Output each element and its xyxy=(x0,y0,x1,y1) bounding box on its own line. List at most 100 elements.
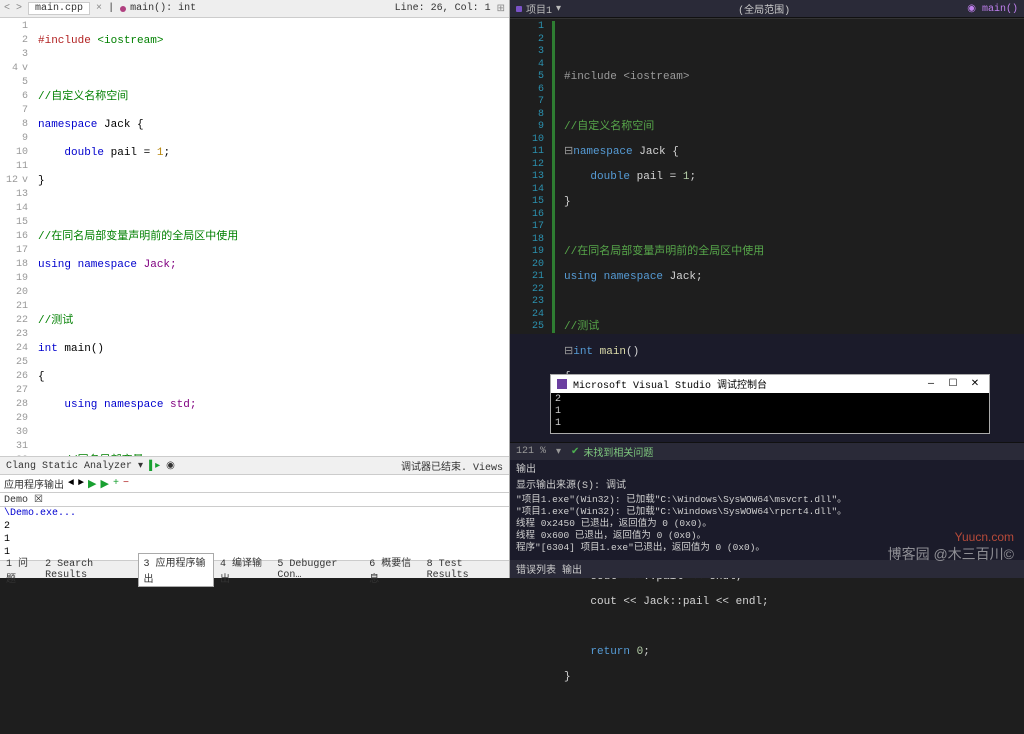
line-number: 11 xyxy=(510,146,544,159)
output-source-dropdown[interactable]: 调试 xyxy=(606,476,626,492)
code-editor[interactable]: 1234v56789101112v13141516171819202122232… xyxy=(0,18,509,456)
maximize-button[interactable]: ☐ xyxy=(945,378,961,390)
project-icon xyxy=(516,6,522,12)
line-number: 18 xyxy=(510,234,544,247)
line-number: 2 xyxy=(510,34,544,47)
change-indicator xyxy=(552,21,555,333)
line-number: 23 xyxy=(510,296,544,309)
line-number: 17 xyxy=(0,244,28,258)
issues-bar: 121 % ▾ ✔ 未找到相关问题 xyxy=(510,442,1024,460)
function-selector[interactable]: ◉ main() xyxy=(967,3,1018,15)
bottom-tab[interactable]: 1 问题 xyxy=(2,554,39,586)
output-title: 输出 xyxy=(510,460,1024,476)
line-number: 10 xyxy=(0,146,28,160)
vs-code-area[interactable]: #include <iostream> //自定义名称空间 ⊟namespace… xyxy=(552,19,1024,334)
add-icon[interactable]: + xyxy=(113,478,119,489)
line-number: 22 xyxy=(0,314,28,328)
line-number: 6 xyxy=(510,84,544,97)
line-number: 7 xyxy=(510,96,544,109)
bottom-tab[interactable]: 6 概要信息 xyxy=(365,554,420,586)
run-toolbar: 应用程序输出 ◄ ► ▶ ▶ + − xyxy=(0,474,509,492)
vs-code-editor[interactable]: 1234567891011121314151617181920212223242… xyxy=(510,18,1024,334)
line-number: 25 xyxy=(510,321,544,334)
line-number: 31 xyxy=(0,440,28,454)
code-area[interactable]: #include <iostream> //自定义名称空间 namespace … xyxy=(34,18,509,456)
line-gutter: 1234v56789101112v13141516171819202122232… xyxy=(0,18,34,456)
line-number: 6 xyxy=(0,90,28,104)
line-number: 8 xyxy=(0,118,28,132)
play-debug-icon[interactable]: ▶ xyxy=(101,477,109,491)
line-number: 21 xyxy=(510,271,544,284)
line-number: 20 xyxy=(0,286,28,300)
split-icon[interactable]: ⊞ xyxy=(497,3,505,15)
app-output-label: 应用程序输出 xyxy=(4,476,64,492)
bottom-tab[interactable]: 5 Debugger Con… xyxy=(273,559,363,581)
line-number: 4v xyxy=(0,62,28,76)
line-number: 4 xyxy=(510,59,544,72)
scope-selector[interactable]: (全局范围) xyxy=(577,1,951,17)
vs-top-bar: 项目1 ▾ (全局范围) ◉ main() xyxy=(510,0,1024,18)
line-number: 3 xyxy=(0,48,28,62)
bottom-tabs: 1 问题2 Search Results3 应用程序输出4 编译输出5 Debu… xyxy=(0,560,509,578)
function-icon xyxy=(120,6,126,12)
line-number: 19 xyxy=(0,272,28,286)
console-body: 211 xyxy=(551,393,989,431)
line-number: 25 xyxy=(0,356,28,370)
line-number: 29 xyxy=(0,412,28,426)
debug-console-window[interactable]: Microsoft Visual Studio 调试控制台 — ☐ ✕ 211 xyxy=(550,374,990,434)
play-icon[interactable]: ▶ xyxy=(88,477,96,491)
minimize-button[interactable]: — xyxy=(923,379,939,390)
line-number: 1 xyxy=(0,20,28,34)
line-number: 24 xyxy=(510,309,544,322)
line-number: 20 xyxy=(510,259,544,272)
line-number: 27 xyxy=(0,384,28,398)
console-titlebar[interactable]: Microsoft Visual Studio 调试控制台 — ☐ ✕ xyxy=(551,375,989,393)
left-toolbar: < > main.cpp × | main(): int Line: 26, C… xyxy=(0,0,509,18)
run-prev-button[interactable]: ◄ xyxy=(68,478,74,489)
remove-icon[interactable]: − xyxy=(123,478,129,489)
file-tab[interactable]: main.cpp xyxy=(28,2,90,15)
line-number: 16 xyxy=(0,230,28,244)
cursor-position: Line: 26, Col: 1 xyxy=(395,3,491,14)
line-number: 21 xyxy=(0,300,28,314)
bottom-tab[interactable]: 3 应用程序输出 xyxy=(138,553,214,587)
check-icon: ✔ xyxy=(571,446,579,458)
line-number: 12v xyxy=(0,174,28,188)
line-number: 2 xyxy=(0,34,28,48)
nav-prev-button[interactable]: < xyxy=(4,3,10,14)
line-number: 13 xyxy=(0,188,28,202)
bottom-tab[interactable]: 8 Test Results xyxy=(423,559,507,581)
line-number: 28 xyxy=(0,398,28,412)
right-editor-pane: 项目1 ▾ (全局范围) ◉ main() 123456789101112131… xyxy=(510,0,1024,578)
line-number: 11 xyxy=(0,160,28,174)
watermark: Yuucn.com 博客园 @木三百川© xyxy=(888,530,1014,564)
line-number: 12 xyxy=(510,159,544,172)
vs-icon xyxy=(557,379,567,389)
line-number: 17 xyxy=(510,221,544,234)
line-number: 14 xyxy=(510,184,544,197)
bottom-tab[interactable]: 2 Search Results xyxy=(41,559,136,581)
demo-tab[interactable]: Demo ☒ xyxy=(0,492,509,506)
line-number: 16 xyxy=(510,209,544,222)
breadcrumb[interactable]: main(): int xyxy=(120,3,196,14)
app-output-area: \Demo.exe... 2 1 1 xyxy=(0,506,509,560)
nav-next-button[interactable]: > xyxy=(16,3,22,14)
bottom-tab[interactable]: 4 编译输出 xyxy=(216,554,271,586)
line-number: 8 xyxy=(510,109,544,122)
run-next-button[interactable]: ► xyxy=(78,478,84,489)
close-button[interactable]: ✕ xyxy=(967,378,983,390)
tab-close-icon[interactable]: × xyxy=(96,3,102,14)
line-number: 10 xyxy=(510,134,544,147)
line-number: 9 xyxy=(510,121,544,134)
line-number: 14 xyxy=(0,202,28,216)
line-number: 15 xyxy=(0,216,28,230)
line-number: 1 xyxy=(510,21,544,34)
line-number: 23 xyxy=(0,328,28,342)
vs-line-gutter: 1234567891011121314151617181920212223242… xyxy=(510,19,552,334)
line-number: 7 xyxy=(0,104,28,118)
line-number: 5 xyxy=(0,76,28,90)
line-number: 5 xyxy=(510,71,544,84)
line-number: 13 xyxy=(510,171,544,184)
line-number: 30 xyxy=(0,426,28,440)
project-selector[interactable]: 项目1 ▾ xyxy=(516,1,561,17)
